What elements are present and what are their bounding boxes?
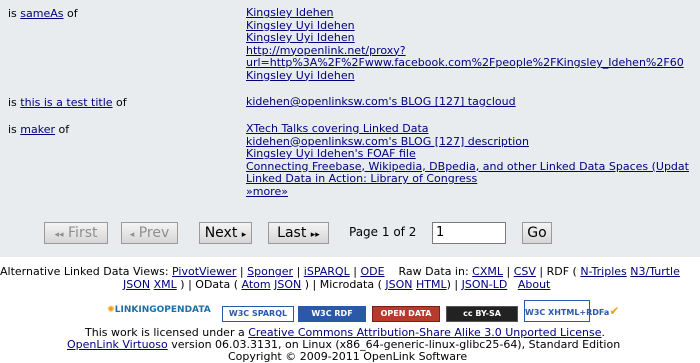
n3-link[interactable]: N3/Turtle bbox=[630, 265, 680, 278]
relation-values: XTech Talks covering Linked Data kidehen… bbox=[246, 122, 689, 198]
cc-by-sa-badge[interactable]: cc BY-SA bbox=[446, 306, 518, 322]
value-link[interactable]: kidehen@openlinksw.com's BLOG [127] desc… bbox=[246, 135, 529, 148]
relation-label: is this is a test title of bbox=[8, 96, 127, 109]
html-link[interactable]: HTML bbox=[416, 278, 447, 291]
relation-label: is sameAs of bbox=[8, 7, 78, 20]
pager: ◂◂ First ◂ Prev Next ▸ Last ▸▸ Page 1 of… bbox=[0, 222, 700, 246]
value-link[interactable]: kidehen@openlinksw.com's BLOG [127] tagc… bbox=[246, 95, 516, 108]
chevron-left-icon: ◂ bbox=[129, 230, 135, 240]
jsonld-link[interactable]: JSON-LD bbox=[462, 278, 508, 291]
value-link[interactable]: Kingsley Uyi Idehen bbox=[246, 31, 355, 44]
page-indicator: Page 1 of 2 bbox=[349, 225, 417, 239]
csv-link[interactable]: CSV bbox=[514, 265, 536, 278]
test-title-link[interactable]: this is a test title bbox=[20, 96, 112, 109]
chevron-right-icon: ▸ bbox=[241, 230, 247, 240]
ode-link[interactable]: ODE bbox=[360, 265, 384, 278]
odata-json-link[interactable]: JSON bbox=[274, 278, 301, 291]
value-link[interactable]: http://myopenlink.net/proxy? bbox=[246, 44, 406, 57]
alt-views-line: Alternative Linked Data Views: PivotView… bbox=[0, 265, 680, 278]
first-button[interactable]: ◂◂ First bbox=[44, 222, 108, 244]
copyright-line: Copyright © 2009-2011 OpenLink Software bbox=[228, 350, 468, 363]
ntriples-link[interactable]: N-Triples bbox=[580, 265, 626, 278]
lod-icon: ✺ bbox=[107, 305, 115, 315]
json-link[interactable]: JSON bbox=[123, 278, 150, 291]
microdata-json-link[interactable]: JSON bbox=[385, 278, 412, 291]
sameas-link[interactable]: sameAs bbox=[20, 7, 63, 20]
page-input[interactable]: 1 bbox=[432, 222, 506, 244]
w3c-sparql-badge[interactable]: W3C SPARQL bbox=[222, 306, 294, 322]
maker-link[interactable]: maker bbox=[20, 123, 55, 136]
w3c-rdf-badge[interactable]: W3C RDF bbox=[298, 306, 366, 322]
value-link[interactable]: url=http%3A%2F%2Fwww.facebook.com%2Fpeop… bbox=[246, 56, 684, 69]
checkmark-icon: ✔ bbox=[609, 304, 620, 318]
cxml-link[interactable]: CXML bbox=[472, 265, 503, 278]
linking-open-data-logo[interactable]: ✺LINKINGOPENDATA bbox=[106, 303, 212, 321]
value-link[interactable]: XTech Talks covering Linked Data bbox=[246, 122, 429, 135]
double-chevron-right-icon: ▸▸ bbox=[310, 230, 320, 240]
last-button[interactable]: Last ▸▸ bbox=[268, 222, 329, 244]
next-button[interactable]: Next ▸ bbox=[199, 222, 252, 244]
value-link[interactable]: Kingsley Uyi Idehen's FOAF file bbox=[246, 147, 416, 160]
isparql-link[interactable]: iSPARQL bbox=[304, 265, 350, 278]
atom-link[interactable]: Atom bbox=[242, 278, 271, 291]
results-panel: is sameAs of Kingsley Idehen Kingsley Uy… bbox=[0, 0, 700, 257]
formats-line: JSON XML ) | OData ( Atom JSON ) | Micro… bbox=[123, 278, 551, 291]
pivotviewer-link[interactable]: PivotViewer bbox=[172, 265, 236, 278]
open-data-badge[interactable]: OPEN DATA bbox=[372, 306, 440, 322]
about-link[interactable]: About bbox=[518, 278, 551, 291]
double-chevron-left-icon: ◂◂ bbox=[54, 230, 64, 240]
go-button[interactable]: Go bbox=[522, 222, 552, 244]
relation-values: Kingsley Idehen Kingsley Uyi Idehen King… bbox=[246, 6, 684, 82]
value-link[interactable]: Connecting Freebase, Wikipedia, DBpedia,… bbox=[246, 160, 689, 173]
w3c-xhtml-rdfa-badge[interactable]: W3C XHTML+RDFa✔ bbox=[524, 300, 619, 322]
value-link[interactable]: Linked Data in Action: Library of Congre… bbox=[246, 172, 477, 185]
more-link[interactable]: »more» bbox=[246, 185, 288, 198]
value-link[interactable]: Kingsley Uyi Idehen bbox=[246, 19, 355, 32]
xml-link[interactable]: XML bbox=[154, 278, 177, 291]
relation-values: kidehen@openlinksw.com's BLOG [127] tagc… bbox=[246, 95, 516, 109]
relation-label: is maker of bbox=[8, 123, 70, 136]
value-link[interactable]: Kingsley Idehen bbox=[246, 6, 334, 19]
virtuoso-link[interactable]: OpenLink Virtuoso bbox=[67, 338, 168, 351]
prev-button[interactable]: ◂ Prev bbox=[121, 222, 178, 244]
value-link[interactable]: Kingsley Uyi Idehen bbox=[246, 69, 355, 82]
sponger-link[interactable]: Sponger bbox=[247, 265, 293, 278]
